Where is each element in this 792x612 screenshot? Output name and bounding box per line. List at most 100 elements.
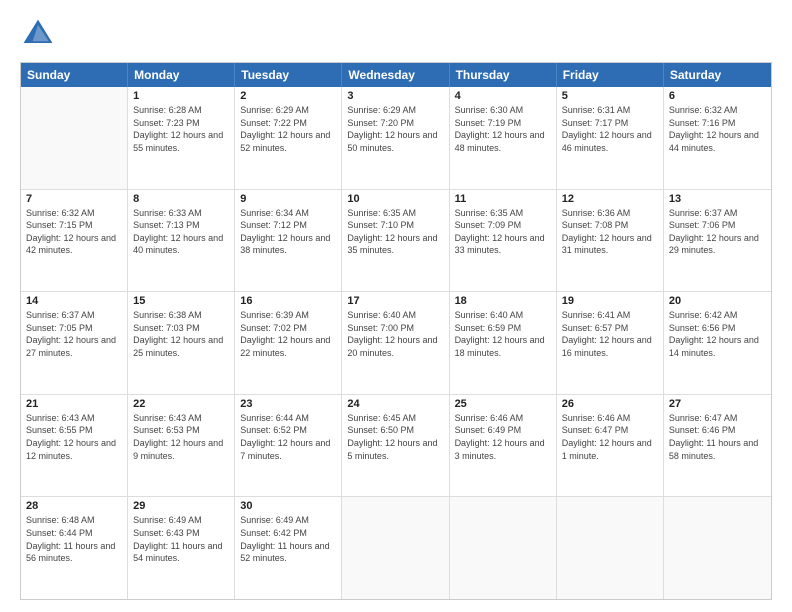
day-number: 13: [669, 193, 766, 205]
calendar-cell-5-2: 29 Sunrise: 6:49 AMSunset: 6:43 PMDayligh…: [128, 497, 235, 599]
calendar-cell-3-5: 18 Sunrise: 6:40 AMSunset: 6:59 PMDayligh…: [450, 292, 557, 394]
calendar-cell-1-1: [21, 87, 128, 189]
calendar-week-1: 1 Sunrise: 6:28 AMSunset: 7:23 PMDaylight…: [21, 87, 771, 190]
calendar-cell-3-7: 20 Sunrise: 6:42 AMSunset: 6:56 PMDayligh…: [664, 292, 771, 394]
sun-info: Sunrise: 6:46 AMSunset: 6:47 PMDaylight:…: [562, 412, 658, 462]
day-number: 29: [133, 500, 229, 512]
sun-info: Sunrise: 6:33 AMSunset: 7:13 PMDaylight:…: [133, 207, 229, 257]
calendar-cell-4-2: 22 Sunrise: 6:43 AMSunset: 6:53 PMDayligh…: [128, 395, 235, 497]
sun-info: Sunrise: 6:31 AMSunset: 7:17 PMDaylight:…: [562, 104, 658, 154]
calendar-cell-5-6: [557, 497, 664, 599]
calendar-week-3: 14 Sunrise: 6:37 AMSunset: 7:05 PMDayligh…: [21, 292, 771, 395]
sun-info: Sunrise: 6:29 AMSunset: 7:22 PMDaylight:…: [240, 104, 336, 154]
header-day-monday: Monday: [128, 63, 235, 87]
day-number: 2: [240, 90, 336, 102]
calendar-cell-3-3: 16Sunrise: 6:39 AMSunset: 7:02 PMDayligh…: [235, 292, 342, 394]
day-number: 17: [347, 295, 443, 307]
sun-info: Sunrise: 6:30 AMSunset: 7:19 PMDaylight:…: [455, 104, 551, 154]
calendar-cell-4-4: 24 Sunrise: 6:45 AMSunset: 6:50 PMDayligh…: [342, 395, 449, 497]
sun-info: Sunrise: 6:49 AMSunset: 6:42 PMDaylight:…: [240, 514, 336, 564]
sun-info: Sunrise: 6:34 AMSunset: 7:12 PMDaylight:…: [240, 207, 336, 257]
day-number: 30: [240, 500, 336, 512]
day-number: 27: [669, 398, 766, 410]
sun-info: Sunrise: 6:40 AMSunset: 6:59 PMDaylight:…: [455, 309, 551, 359]
sun-info: Sunrise: 6:37 AMSunset: 7:06 PMDaylight:…: [669, 207, 766, 257]
calendar-cell-5-5: [450, 497, 557, 599]
calendar-cell-3-6: 19 Sunrise: 6:41 AMSunset: 6:57 PMDayligh…: [557, 292, 664, 394]
day-number: 28: [26, 500, 122, 512]
header-day-thursday: Thursday: [450, 63, 557, 87]
sun-info: Sunrise: 6:38 AMSunset: 7:03 PMDaylight:…: [133, 309, 229, 359]
calendar-cell-5-7: [664, 497, 771, 599]
day-number: 21: [26, 398, 122, 410]
sun-info: Sunrise: 6:43 AMSunset: 6:55 PMDaylight:…: [26, 412, 122, 462]
day-number: 24: [347, 398, 443, 410]
sun-info: Sunrise: 6:40 AMSunset: 7:00 PMDaylight:…: [347, 309, 443, 359]
day-number: 10: [347, 193, 443, 205]
sun-info: Sunrise: 6:35 AMSunset: 7:09 PMDaylight:…: [455, 207, 551, 257]
calendar-cell-5-1: 28 Sunrise: 6:48 AMSunset: 6:44 PMDayligh…: [21, 497, 128, 599]
calendar-cell-1-2: 1 Sunrise: 6:28 AMSunset: 7:23 PMDaylight…: [128, 87, 235, 189]
calendar-cell-1-7: 6Sunrise: 6:32 AMSunset: 7:16 PMDaylight…: [664, 87, 771, 189]
sun-info: Sunrise: 6:41 AMSunset: 6:57 PMDaylight:…: [562, 309, 658, 359]
sun-info: Sunrise: 6:48 AMSunset: 6:44 PMDaylight:…: [26, 514, 122, 564]
day-number: 11: [455, 193, 551, 205]
calendar-cell-1-3: 2 Sunrise: 6:29 AMSunset: 7:22 PMDaylight…: [235, 87, 342, 189]
sun-info: Sunrise: 6:47 AMSunset: 6:46 PMDaylight:…: [669, 412, 766, 462]
sun-info: Sunrise: 6:39 AMSunset: 7:02 PMDaylight:…: [240, 309, 336, 359]
header-day-sunday: Sunday: [21, 63, 128, 87]
day-number: 15: [133, 295, 229, 307]
header-day-friday: Friday: [557, 63, 664, 87]
day-number: 12: [562, 193, 658, 205]
sun-info: Sunrise: 6:36 AMSunset: 7:08 PMDaylight:…: [562, 207, 658, 257]
day-number: 25: [455, 398, 551, 410]
calendar: SundayMondayTuesdayWednesdayThursdayFrid…: [20, 62, 772, 600]
sun-info: Sunrise: 6:44 AMSunset: 6:52 PMDaylight:…: [240, 412, 336, 462]
calendar-cell-5-3: 30 Sunrise: 6:49 AMSunset: 6:42 PMDayligh…: [235, 497, 342, 599]
calendar-cell-3-1: 14 Sunrise: 6:37 AMSunset: 7:05 PMDayligh…: [21, 292, 128, 394]
calendar-cell-4-7: 27 Sunrise: 6:47 AMSunset: 6:46 PMDayligh…: [664, 395, 771, 497]
calendar-header: SundayMondayTuesdayWednesdayThursdayFrid…: [21, 63, 771, 87]
header-day-saturday: Saturday: [664, 63, 771, 87]
day-number: 7: [26, 193, 122, 205]
calendar-cell-1-4: 3Sunrise: 6:29 AMSunset: 7:20 PMDaylight…: [342, 87, 449, 189]
day-number: 3: [347, 90, 443, 102]
day-number: 18: [455, 295, 551, 307]
sun-info: Sunrise: 6:42 AMSunset: 6:56 PMDaylight:…: [669, 309, 766, 359]
calendar-cell-4-1: 21 Sunrise: 6:43 AMSunset: 6:55 PMDayligh…: [21, 395, 128, 497]
calendar-week-4: 21 Sunrise: 6:43 AMSunset: 6:55 PMDayligh…: [21, 395, 771, 498]
day-number: 22: [133, 398, 229, 410]
calendar-cell-2-1: 7 Sunrise: 6:32 AMSunset: 7:15 PMDaylight…: [21, 190, 128, 292]
calendar-cell-2-4: 10 Sunrise: 6:35 AMSunset: 7:10 PMDayligh…: [342, 190, 449, 292]
header-day-tuesday: Tuesday: [235, 63, 342, 87]
day-number: 5: [562, 90, 658, 102]
calendar-cell-4-6: 26 Sunrise: 6:46 AMSunset: 6:47 PMDayligh…: [557, 395, 664, 497]
calendar-cell-2-5: 11 Sunrise: 6:35 AMSunset: 7:09 PMDayligh…: [450, 190, 557, 292]
header: [20, 16, 772, 52]
sun-info: Sunrise: 6:45 AMSunset: 6:50 PMDaylight:…: [347, 412, 443, 462]
calendar-body: 1 Sunrise: 6:28 AMSunset: 7:23 PMDaylight…: [21, 87, 771, 599]
day-number: 20: [669, 295, 766, 307]
sun-info: Sunrise: 6:35 AMSunset: 7:10 PMDaylight:…: [347, 207, 443, 257]
calendar-cell-2-3: 9 Sunrise: 6:34 AMSunset: 7:12 PMDaylight…: [235, 190, 342, 292]
day-number: 19: [562, 295, 658, 307]
header-day-wednesday: Wednesday: [342, 63, 449, 87]
calendar-cell-2-6: 12 Sunrise: 6:36 AMSunset: 7:08 PMDayligh…: [557, 190, 664, 292]
sun-info: Sunrise: 6:43 AMSunset: 6:53 PMDaylight:…: [133, 412, 229, 462]
day-number: 9: [240, 193, 336, 205]
calendar-cell-2-7: 13 Sunrise: 6:37 AMSunset: 7:06 PMDayligh…: [664, 190, 771, 292]
calendar-cell-4-3: 23Sunrise: 6:44 AMSunset: 6:52 PMDayligh…: [235, 395, 342, 497]
sun-info: Sunrise: 6:32 AMSunset: 7:15 PMDaylight:…: [26, 207, 122, 257]
sun-info: Sunrise: 6:37 AMSunset: 7:05 PMDaylight:…: [26, 309, 122, 359]
day-number: 26: [562, 398, 658, 410]
sun-info: Sunrise: 6:49 AMSunset: 6:43 PMDaylight:…: [133, 514, 229, 564]
sun-info: Sunrise: 6:32 AMSunset: 7:16 PMDaylight:…: [669, 104, 766, 154]
calendar-cell-4-5: 25 Sunrise: 6:46 AMSunset: 6:49 PMDayligh…: [450, 395, 557, 497]
calendar-cell-3-2: 15 Sunrise: 6:38 AMSunset: 7:03 PMDayligh…: [128, 292, 235, 394]
day-number: 14: [26, 295, 122, 307]
calendar-cell-1-6: 5 Sunrise: 6:31 AMSunset: 7:17 PMDaylight…: [557, 87, 664, 189]
sun-info: Sunrise: 6:28 AMSunset: 7:23 PMDaylight:…: [133, 104, 229, 154]
day-number: 1: [133, 90, 229, 102]
day-number: 4: [455, 90, 551, 102]
sun-info: Sunrise: 6:46 AMSunset: 6:49 PMDaylight:…: [455, 412, 551, 462]
